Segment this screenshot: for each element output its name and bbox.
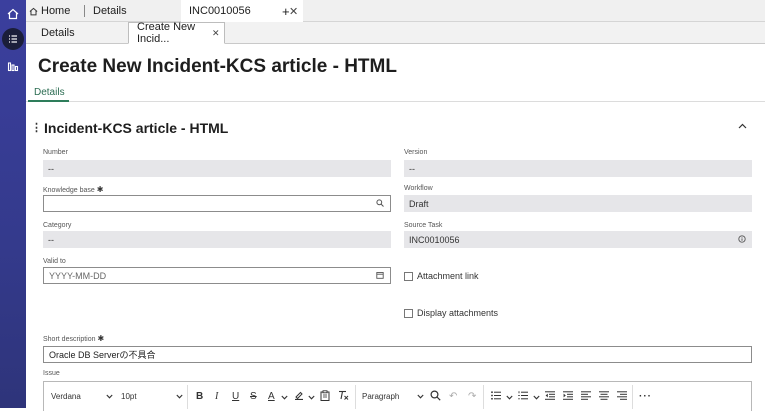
italic-icon[interactable]: I (215, 391, 218, 402)
toolbar-separator (483, 385, 484, 409)
subtab-details-label: Details (41, 27, 75, 39)
underline-icon[interactable]: U (232, 391, 239, 402)
align-right-icon[interactable] (617, 390, 627, 403)
chevron-down-icon (176, 392, 183, 401)
required-icon: ✱ (97, 334, 105, 343)
font-size-select[interactable]: 10pt (121, 392, 183, 401)
attachment-link-checkbox[interactable] (404, 272, 413, 281)
required-icon: ✱ (96, 185, 104, 194)
chevron-down-icon[interactable] (281, 393, 288, 402)
valid-to-placeholder: YYYY-MM-DD (49, 270, 107, 281)
workflow-label: Workflow (404, 185, 433, 192)
bullet-list-icon[interactable] (491, 390, 501, 403)
font-family-value: Verdana (51, 392, 81, 401)
subtab-details[interactable]: Details (41, 22, 131, 44)
chevron-down-icon[interactable] (533, 393, 540, 402)
version-label: Version (404, 149, 428, 156)
tab-details[interactable]: Details (93, 0, 173, 22)
version-value: -- (409, 163, 415, 174)
font-family-select[interactable]: Verdana (51, 392, 113, 401)
tab-home[interactable]: Home (29, 0, 85, 22)
category-value: -- (48, 234, 54, 245)
knowledge-base-label-text: Knowledge base (43, 187, 95, 194)
undo-icon[interactable]: ↶ (449, 391, 457, 402)
plus-icon: + (282, 3, 290, 19)
sub-tab-bar: Details Create New Incid... ✕ (26, 21, 765, 45)
bold-icon[interactable]: B (196, 391, 203, 402)
category-label: Category (43, 222, 72, 229)
valid-to-label: Valid to (43, 258, 66, 265)
top-tab-bar: Home Details INC0010056 ✕ + (26, 0, 765, 22)
home-icon[interactable] (3, 4, 23, 24)
close-icon[interactable]: ✕ (212, 28, 220, 39)
chevron-down-icon[interactable] (308, 393, 315, 402)
clear-formatting-icon[interactable] (338, 390, 349, 403)
strikethrough-icon[interactable]: S (250, 391, 257, 402)
tab-form-details[interactable]: Details (34, 87, 65, 98)
source-task-label: Source Task (404, 222, 443, 229)
more-icon[interactable]: ··· (639, 391, 652, 402)
short-description-label: Short description ✱ (43, 334, 104, 343)
chevron-down-icon (106, 392, 113, 401)
knowledge-base-input[interactable] (43, 195, 391, 212)
numbered-list-icon[interactable] (518, 390, 528, 403)
short-description-input[interactable]: Oracle DB Serverの不具合 (43, 346, 752, 363)
info-icon[interactable] (738, 234, 746, 245)
tab-home-label: Home (41, 5, 71, 17)
form-tab-underline (28, 100, 69, 102)
paste-icon[interactable] (320, 389, 330, 404)
source-task-value: INC0010056 (409, 234, 460, 245)
valid-to-input[interactable]: YYYY-MM-DD (43, 267, 391, 284)
section-title: Incident-KCS article - HTML (44, 120, 229, 136)
more-options-icon[interactable]: ⋮ (31, 121, 42, 134)
list-icon[interactable] (2, 28, 24, 50)
category-field: -- (43, 231, 391, 248)
redo-icon[interactable]: ↷ (468, 391, 476, 402)
tab-details-label: Details (93, 5, 127, 17)
search-icon[interactable] (430, 389, 441, 404)
page-title: Create New Incident-KCS article - HTML (38, 56, 397, 77)
number-label: Number (43, 149, 68, 156)
highlight-icon[interactable] (294, 390, 304, 403)
font-size-value: 10pt (121, 392, 137, 401)
subtab-create-new[interactable]: Create New Incid... ✕ (128, 21, 225, 45)
toolbar-separator (632, 385, 633, 409)
short-description-label-text: Short description (43, 336, 96, 343)
issue-editor-toolbar: Verdana 10pt B I U S A Paragraph ↶ ↷ ··· (43, 381, 752, 411)
home-tab-icon (29, 7, 38, 16)
search-icon[interactable] (376, 198, 384, 209)
tab-inc-label: INC0010056 (189, 5, 251, 17)
number-field: -- (43, 160, 391, 177)
add-tab-button[interactable]: + (282, 0, 296, 22)
subtab-create-label: Create New Incid... (137, 21, 196, 45)
number-value: -- (48, 163, 54, 174)
tab-divider (84, 5, 85, 17)
display-attachments-label: Display attachments (417, 308, 499, 318)
block-format-select[interactable]: Paragraph (362, 392, 424, 401)
analytics-icon[interactable] (3, 56, 23, 76)
left-nav-rail (0, 0, 26, 408)
short-description-value: Oracle DB Serverの不具合 (49, 350, 156, 360)
align-center-icon[interactable] (599, 390, 609, 403)
chevron-down-icon[interactable] (506, 393, 513, 402)
chevron-down-icon (417, 392, 424, 401)
workflow-field: Draft (404, 195, 752, 212)
version-field: -- (404, 160, 752, 177)
attachment-link-label: Attachment link (417, 271, 479, 281)
outdent-icon[interactable] (545, 390, 555, 403)
toolbar-separator (355, 385, 356, 409)
align-left-icon[interactable] (581, 390, 591, 403)
calendar-icon[interactable] (376, 271, 384, 281)
toolbar-separator (187, 385, 188, 409)
workflow-value: Draft (409, 198, 429, 209)
collapse-chevron-icon[interactable] (738, 121, 747, 132)
block-format-value: Paragraph (362, 392, 400, 401)
text-color-icon[interactable]: A (268, 391, 275, 402)
issue-label: Issue (43, 370, 60, 377)
display-attachments-checkbox[interactable] (404, 309, 413, 318)
source-task-field: INC0010056 (404, 231, 752, 248)
knowledge-base-label: Knowledge base ✱ (43, 185, 103, 194)
indent-icon[interactable] (563, 390, 573, 403)
form-tab-divider (26, 101, 765, 102)
